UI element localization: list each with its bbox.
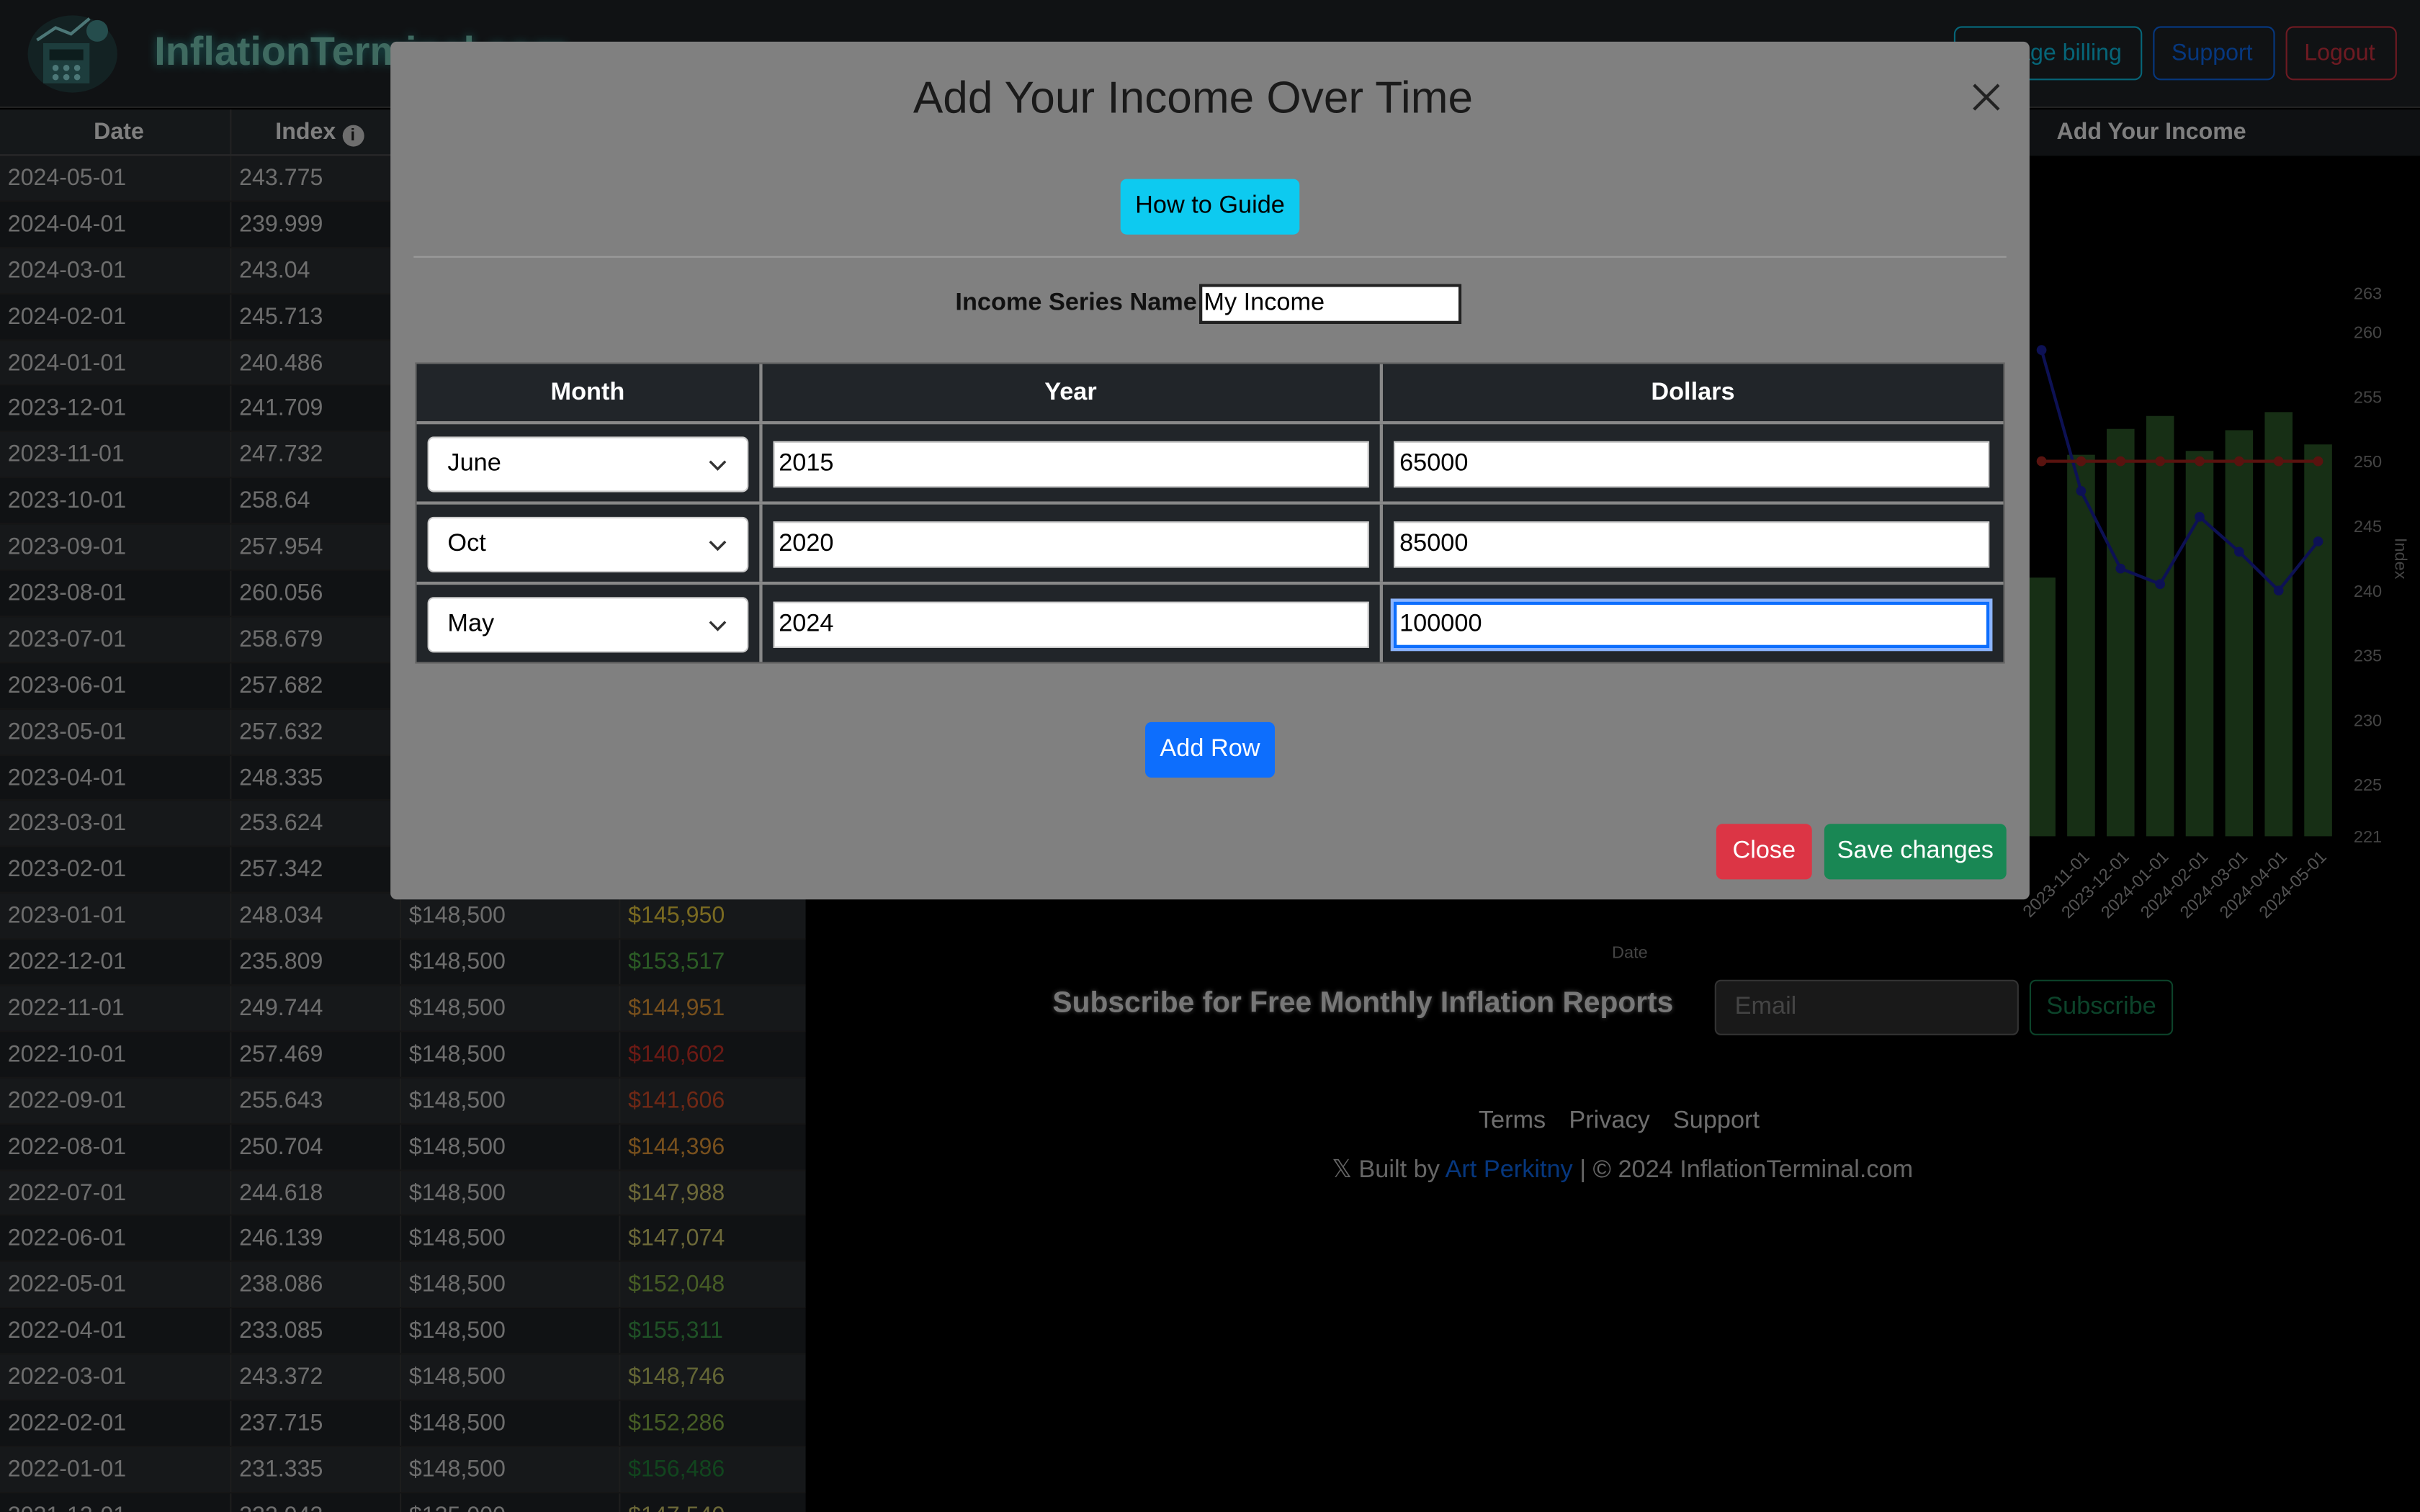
how-to-guide-button[interactable]: How to Guide xyxy=(1120,179,1300,235)
income-table: Month Year Dollars June 2015 65000 Oct 2… xyxy=(415,362,2005,664)
dollars-cell: 65000 xyxy=(1383,424,2004,501)
month-select[interactable]: June xyxy=(427,436,749,492)
add-row-button[interactable]: Add Row xyxy=(1145,721,1275,778)
series-name-label: Income Series Name: xyxy=(955,289,1206,317)
close-button[interactable]: Close xyxy=(1716,824,1812,880)
year-input[interactable]: 2015 xyxy=(772,441,1368,488)
month-cell: May xyxy=(417,585,762,662)
month-cell: June xyxy=(417,424,762,502)
close-icon[interactable] xyxy=(1965,76,2008,119)
year-cell: 2015 xyxy=(762,424,1383,502)
col-dollars: Dollars xyxy=(1651,379,1735,406)
col-month: Month xyxy=(417,364,762,421)
income-row: Oct 2020 85000 xyxy=(416,501,2004,582)
month-select[interactable]: May xyxy=(427,597,749,653)
app-root: InflationTerminal.com Manage billing Sup… xyxy=(0,0,2420,1512)
col-year: Year xyxy=(762,364,1383,421)
income-modal: Add Your Income Over Time How to Guide I… xyxy=(390,41,2030,900)
month-value: May xyxy=(447,611,495,637)
series-name-input[interactable]: My Income xyxy=(1199,284,1462,324)
income-row: June 2015 65000 xyxy=(416,421,2004,502)
chevron-down-icon xyxy=(709,540,727,552)
dollars-cell: 100000 xyxy=(1383,585,2004,662)
year-cell: 2020 xyxy=(762,504,1383,582)
dollars-input[interactable]: 85000 xyxy=(1393,521,1989,568)
chevron-down-icon xyxy=(709,621,727,631)
chevron-down-icon xyxy=(709,460,727,471)
dollars-cell: 85000 xyxy=(1383,505,2004,582)
save-changes-button[interactable]: Save changes xyxy=(1824,824,2007,880)
dollars-input[interactable]: 100000 xyxy=(1393,601,1989,648)
year-cell: 2024 xyxy=(762,585,1383,662)
income-table-header: Month Year Dollars xyxy=(416,364,2004,421)
month-value: June xyxy=(447,450,501,477)
modal-title: Add Your Income Over Time xyxy=(913,73,1474,124)
year-input[interactable]: 2020 xyxy=(772,521,1368,568)
divider xyxy=(413,256,2007,258)
income-row: May 2024 100000 xyxy=(416,581,2004,662)
month-select[interactable]: Oct xyxy=(427,516,749,572)
year-input[interactable]: 2024 xyxy=(772,601,1368,648)
dollars-input[interactable]: 65000 xyxy=(1393,441,1989,488)
month-cell: Oct xyxy=(417,504,762,582)
month-value: Oct xyxy=(447,531,486,557)
